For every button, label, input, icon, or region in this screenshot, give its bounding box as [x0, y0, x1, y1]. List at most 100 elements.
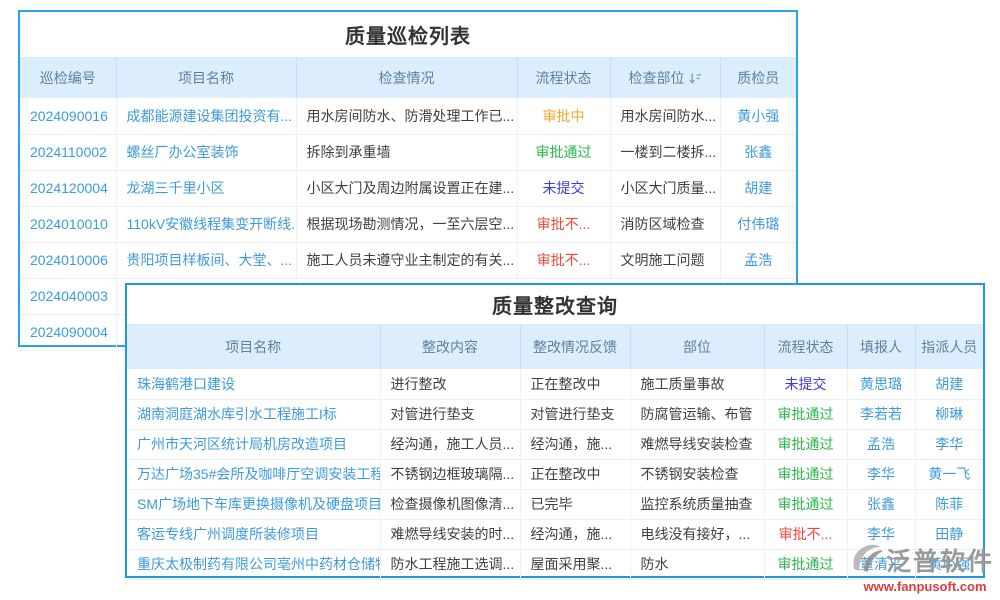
cell-part: 施工质量事故 — [630, 369, 764, 399]
cell-status: 审批不... — [517, 242, 610, 278]
cell-feedback: 正在整改中 — [520, 459, 630, 489]
cell-status: 审批通过 — [764, 399, 847, 429]
col-header-inspection-id: 巡检编号 — [20, 58, 116, 98]
col-header-assignee: 指派人员 — [915, 325, 983, 369]
table-row[interactable]: 2024010010110kV安徽线程集变开断线...根据现场勘测情况，一至六层… — [20, 206, 796, 242]
cell-project[interactable]: 珠海鹤港口建设 — [127, 369, 380, 399]
cell-id[interactable]: 2024120004 — [20, 170, 116, 206]
cell-feedback: 对管进行垫支 — [520, 399, 630, 429]
cell-id[interactable]: 2024040003 — [20, 278, 116, 314]
cell-part: 防水 — [630, 549, 764, 579]
cell-part: 消防区域检查 — [610, 206, 720, 242]
cell-content: 检查摄像机图像清... — [380, 489, 520, 519]
cell-content: 对管进行垫支 — [380, 399, 520, 429]
col-header-check-situation: 检查情况 — [296, 58, 517, 98]
cell-part: 监控系统质量抽查 — [630, 489, 764, 519]
cell-content: 进行整改 — [380, 369, 520, 399]
cell-project[interactable]: 客运专线广州调度所装修项目 — [127, 519, 380, 549]
cell-feedback: 已完毕 — [520, 489, 630, 519]
cell-reporter[interactable]: 李华 — [847, 459, 915, 489]
cell-reporter[interactable]: 李若若 — [847, 399, 915, 429]
sort-icon[interactable] — [689, 72, 702, 88]
cell-project[interactable]: 龙湖三千里小区 — [116, 170, 296, 206]
cell-reporter[interactable]: 张鑫 — [847, 489, 915, 519]
cell-project[interactable]: 万达广场35#会所及咖啡厅空调安装工程 — [127, 459, 380, 489]
table-row[interactable]: SM广场地下车库更换摄像机及硬盘项目检查摄像机图像清...已完毕监控系统质量抽查… — [127, 489, 983, 519]
cell-feedback: 正在整改中 — [520, 369, 630, 399]
cell-status: 审批通过 — [764, 459, 847, 489]
cell-project[interactable]: 成都能源建设集团投资有... — [116, 98, 296, 134]
cell-feedback: 经沟通，施... — [520, 429, 630, 459]
rectify-header-row: 项目名称 整改内容 整改情况反馈 部位 流程状态 填报人 指派人员 — [127, 325, 983, 369]
cell-id[interactable]: 2024010010 — [20, 206, 116, 242]
cell-part: 电线没有接好，... — [630, 519, 764, 549]
cell-status: 审批通过 — [764, 429, 847, 459]
cell-part: 难燃导线安装检查 — [630, 429, 764, 459]
cell-id[interactable]: 2024110002 — [20, 134, 116, 170]
rectify-window-title: 质量整改查询 — [127, 285, 983, 325]
cell-part: 文明施工问题 — [610, 242, 720, 278]
watermark-url: www.fanpusoft.com — [850, 579, 1000, 594]
cell-reporter[interactable]: 孟浩 — [847, 429, 915, 459]
table-row[interactable]: 2024010006贵阳项目样板间、大堂、...施工人员未遵守业主制定的有关..… — [20, 242, 796, 278]
watermark-brand: 泛普软件 — [886, 542, 994, 578]
table-row[interactable]: 2024120004龙湖三千里小区小区大门及周边附属设置正在建...未提交小区大… — [20, 170, 796, 206]
table-row[interactable]: 2024110002螺丝厂办公室装饰拆除到承重墙审批通过一楼到二楼拆...张鑫 — [20, 134, 796, 170]
fanpu-logo-icon — [850, 543, 884, 578]
cell-status: 审批通过 — [764, 549, 847, 579]
cell-status: 审批中 — [517, 98, 610, 134]
rectify-window: 质量整改查询 项目名称 整改内容 整改情况反馈 部位 流程状态 填报人 指派人员… — [125, 283, 985, 578]
cell-inspector[interactable]: 张鑫 — [720, 134, 796, 170]
table-row[interactable]: 珠海鹤港口建设进行整改正在整改中施工质量事故未提交黄思璐胡建 — [127, 369, 983, 399]
cell-id[interactable]: 2024090016 — [20, 98, 116, 134]
table-row[interactable]: 湖南洞庭湖水库引水工程施工I标对管进行垫支对管进行垫支防腐管运输、布管审批通过李… — [127, 399, 983, 429]
col-header-project-name: 项目名称 — [127, 325, 380, 369]
col-header-check-part[interactable]: 检查部位 — [610, 58, 720, 98]
cell-assignee[interactable]: 柳琳 — [915, 399, 983, 429]
table-row[interactable]: 广州市天河区统计局机房改造项目经沟通，施工人员...经沟通，施...难燃导线安装… — [127, 429, 983, 459]
cell-assignee[interactable]: 李华 — [915, 429, 983, 459]
cell-assignee[interactable]: 胡建 — [915, 369, 983, 399]
col-header-rectify-feedback: 整改情况反馈 — [520, 325, 630, 369]
col-header-project-name: 项目名称 — [116, 58, 296, 98]
cell-situation: 根据现场勘测情况，一至六层空... — [296, 206, 517, 242]
cell-assignee[interactable]: 陈菲 — [915, 489, 983, 519]
cell-inspector[interactable]: 黄小强 — [720, 98, 796, 134]
cell-project[interactable]: 湖南洞庭湖水库引水工程施工I标 — [127, 399, 380, 429]
cell-status: 未提交 — [517, 170, 610, 206]
cell-part: 用水房间防水... — [610, 98, 720, 134]
cell-project[interactable]: 重庆太极制药有限公司亳州中药材仓储物流 — [127, 549, 380, 579]
cell-id[interactable]: 2024010006 — [20, 242, 116, 278]
inspection-window-title: 质量巡检列表 — [20, 12, 796, 58]
cell-content: 防水工程施工选调... — [380, 549, 520, 579]
col-header-rectify-content: 整改内容 — [380, 325, 520, 369]
cell-inspector[interactable]: 胡建 — [720, 170, 796, 206]
cell-assignee[interactable]: 黄一飞 — [915, 459, 983, 489]
col-header-part: 部位 — [630, 325, 764, 369]
cell-project[interactable]: SM广场地下车库更换摄像机及硬盘项目 — [127, 489, 380, 519]
cell-status: 审批不... — [764, 519, 847, 549]
cell-part: 不锈钢安装检查 — [630, 459, 764, 489]
cell-project[interactable]: 螺丝厂办公室装饰 — [116, 134, 296, 170]
cell-project[interactable]: 广州市天河区统计局机房改造项目 — [127, 429, 380, 459]
watermark: 泛普软件 www.fanpusoft.com — [850, 542, 1000, 594]
cell-content: 难燃导线安装的时... — [380, 519, 520, 549]
cell-project[interactable]: 贵阳项目样板间、大堂、... — [116, 242, 296, 278]
cell-status: 审批不... — [517, 206, 610, 242]
cell-reporter[interactable]: 黄思璐 — [847, 369, 915, 399]
cell-content: 不锈钢边框玻璃隔... — [380, 459, 520, 489]
cell-inspector[interactable]: 孟浩 — [720, 242, 796, 278]
table-row[interactable]: 2024090016成都能源建设集团投资有...用水房间防水、防滑处理工作已..… — [20, 98, 796, 134]
cell-situation: 施工人员未遵守业主制定的有关... — [296, 242, 517, 278]
inspection-header-row: 巡检编号 项目名称 检查情况 流程状态 检查部位 质检员 — [20, 58, 796, 98]
cell-situation: 小区大门及周边附属设置正在建... — [296, 170, 517, 206]
cell-feedback: 屋面采用聚... — [520, 549, 630, 579]
cell-id[interactable]: 2024090004 — [20, 314, 116, 350]
cell-part: 一楼到二楼拆... — [610, 134, 720, 170]
cell-status: 未提交 — [764, 369, 847, 399]
cell-inspector[interactable]: 付伟璐 — [720, 206, 796, 242]
cell-feedback: 经沟通，施... — [520, 519, 630, 549]
table-row[interactable]: 万达广场35#会所及咖啡厅空调安装工程不锈钢边框玻璃隔...正在整改中不锈钢安装… — [127, 459, 983, 489]
cell-project[interactable]: 110kV安徽线程集变开断线... — [116, 206, 296, 242]
col-header-flow-status: 流程状态 — [764, 325, 847, 369]
